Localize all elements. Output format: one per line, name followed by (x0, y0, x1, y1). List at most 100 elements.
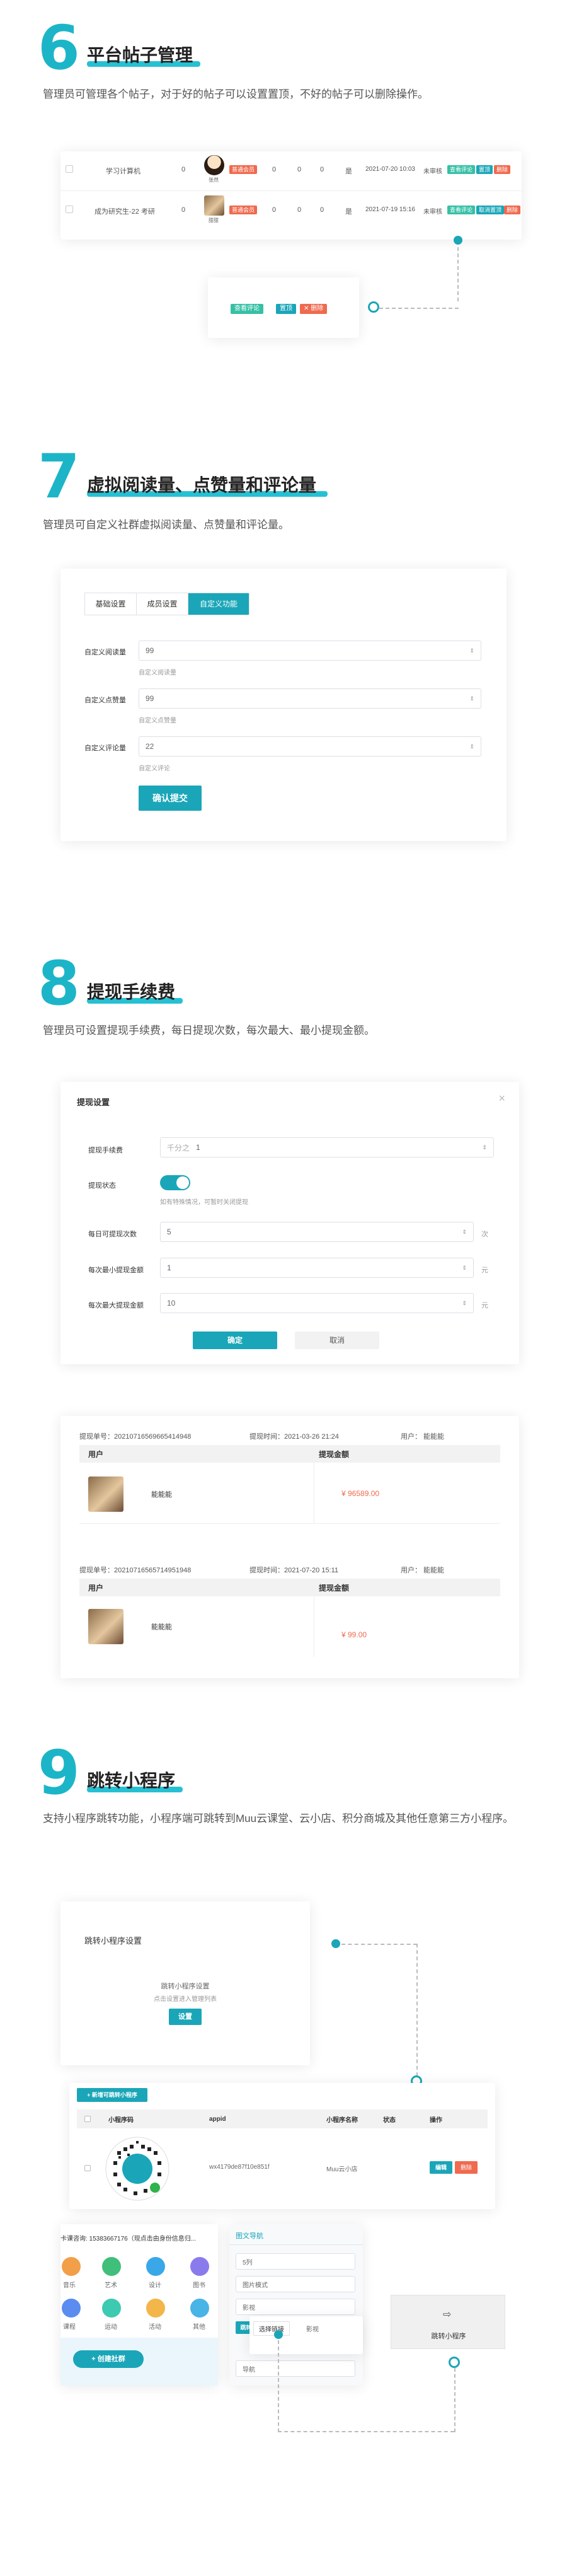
section-9-number: 9 (38, 1738, 80, 1808)
stepper-icon[interactable]: ⇕ (482, 1144, 487, 1151)
connector-line (341, 1944, 417, 1945)
record-user: 用户： 能能能 (401, 1567, 445, 1574)
delete-button[interactable]: 删除 (494, 165, 511, 174)
course-icon[interactable] (62, 2299, 81, 2318)
mini-table-header: 小程序码 appid 小程序名称 状态 操作 (77, 2109, 488, 2128)
mode-select[interactable]: 图片模式 (236, 2276, 355, 2292)
delete-button[interactable]: 删除 (455, 2161, 478, 2174)
author-name: 甜甜 (209, 218, 219, 223)
columns-select[interactable]: 5列 (236, 2253, 355, 2270)
col-appid: appid (209, 2115, 226, 2123)
delete-button[interactable]: 删除 (504, 206, 521, 214)
ok-button[interactable]: 确定 (193, 1332, 277, 1349)
author-name: 张然 (209, 177, 219, 183)
stepper-icon[interactable]: ⇕ (462, 1229, 467, 1236)
section-7-number: 7 (38, 441, 80, 512)
like-count-input[interactable]: 99 ⇕ (139, 688, 481, 709)
add-mini-button[interactable]: + 新增可跳转小程序 (77, 2088, 147, 2102)
max-unit: 元 (481, 1302, 488, 1309)
connector-line (454, 2368, 455, 2432)
category-label: 设计 (149, 2282, 161, 2289)
read-count-input[interactable]: 99 ⇕ (139, 641, 481, 661)
withdraw-amount: ¥ 96589.00 (341, 1489, 380, 1498)
nav-item-input[interactable]: 导航 (236, 2360, 355, 2377)
link-dropdown: 选择链接 影视 (249, 2316, 363, 2354)
close-icon[interactable]: × (498, 1092, 505, 1105)
comment-count-input[interactable]: 22 ⇕ (139, 736, 481, 757)
connector-line (278, 2340, 279, 2432)
field-label: 自定义阅读量 (84, 649, 126, 656)
col-user: 用户 (88, 1583, 104, 1593)
min-input[interactable]: 1 ⇕ (160, 1258, 474, 1278)
max-value: 10 (167, 1299, 176, 1308)
virtual-stats-card: 基础设置 成员设置 自定义功能 自定义阅读量 99 ⇕ 自定义阅读量 自定义点赞量… (60, 569, 507, 841)
row-checkbox[interactable] (84, 2165, 91, 2171)
row-checkbox[interactable] (66, 206, 73, 213)
view-comments-button[interactable]: 查看评论 (447, 206, 476, 214)
status-toggle[interactable] (160, 1175, 190, 1190)
fee-input[interactable]: 千分之 1 ⇕ (160, 1137, 494, 1157)
view-comments-button[interactable]: 查看评论 (447, 165, 476, 174)
edit-button[interactable]: 编辑 (430, 2161, 452, 2174)
jump-icon: ⇨ (443, 2309, 452, 2320)
status-label: 提现状态 (88, 1182, 116, 1190)
design-icon[interactable] (146, 2257, 165, 2276)
pin-button[interactable]: 置顶 (476, 165, 493, 174)
settings-tabs: 基础设置 成员设置 自定义功能 (84, 593, 249, 615)
delete-button[interactable]: ✕ 删除 (300, 304, 328, 314)
divider (229, 2244, 363, 2245)
cancel-button[interactable]: 取消 (295, 1332, 379, 1349)
art-icon[interactable] (102, 2257, 121, 2276)
stepper-icon[interactable]: ⇕ (469, 647, 474, 654)
sport-icon[interactable] (102, 2299, 121, 2318)
record-header: 用户 提现金额 (79, 1445, 500, 1463)
music-icon[interactable] (62, 2257, 81, 2276)
view-comments-button[interactable]: 查看评论 (231, 304, 263, 314)
record-header: 用户 提现金额 (79, 1579, 500, 1596)
tab-basic[interactable]: 基础设置 (85, 593, 137, 615)
section-6-number: 6 (38, 13, 80, 83)
min-unit: 元 (481, 1267, 488, 1274)
connector-line (457, 247, 459, 301)
post-count: 0 (181, 206, 186, 214)
jump-mini-tile[interactable]: ⇨ 跳转小程序 (391, 2295, 505, 2349)
max-label: 每次最大提现金额 (88, 1302, 144, 1309)
other-icon[interactable] (190, 2299, 209, 2318)
record-user: 用户： 能能能 (401, 1433, 445, 1441)
withdraw-settings-dialog: 提现设置 × 提现手续费 千分之 1 ⇕ 提现状态 如有特殊情况，可暂时关闭提现… (60, 1082, 519, 1364)
stepper-icon[interactable]: ⇕ (462, 1300, 467, 1307)
qr-code-image (105, 2136, 170, 2202)
stepper-icon[interactable]: ⇕ (469, 743, 474, 750)
connector-line (379, 308, 459, 309)
select-all-checkbox[interactable] (84, 2116, 91, 2122)
nav-item-value: 影视 (306, 2326, 319, 2333)
create-group-button[interactable]: + 创建社群 (73, 2350, 144, 2368)
activity-icon[interactable] (146, 2299, 165, 2318)
post-state: 未审核 (423, 168, 442, 175)
nav-item-input[interactable]: 影视 (236, 2299, 355, 2315)
col-qrcode: 小程序码 (108, 2116, 134, 2124)
pick-link-button[interactable]: 选择链接 (253, 2321, 290, 2336)
row-divider (79, 1523, 500, 1524)
comment-count-value: 22 (146, 742, 154, 751)
stepper-icon[interactable]: ⇕ (469, 695, 474, 702)
mini-list-card: + 新增可跳转小程序 小程序码 appid 小程序名称 状态 操作 wx4179… (69, 2083, 495, 2209)
tab-members[interactable]: 成员设置 (137, 593, 188, 615)
nav-item-value: 导航 (243, 2366, 255, 2374)
stepper-icon[interactable]: ⇕ (462, 1265, 467, 1272)
nav-item-value: 影视 (243, 2304, 255, 2312)
card-line2: 点击设置进入管理列表 (154, 1996, 217, 2003)
record-no: 提现单号：20210716569665414948 (79, 1433, 192, 1441)
nav-editor-panel: 图文导航 5列 图片模式 影视 跳转小程序 导航 (229, 2224, 363, 2386)
submit-button[interactable]: 确认提交 (139, 786, 202, 811)
daily-input[interactable]: 5 ⇕ (160, 1222, 474, 1242)
row-checkbox[interactable] (66, 165, 73, 173)
book-icon[interactable] (190, 2257, 209, 2276)
max-input[interactable]: 10 ⇕ (160, 1293, 474, 1313)
section-9-desc: 支持小程序跳转功能，小程序端可跳转到Muu云课堂、云小店、积分商城及其他任意第三… (43, 1813, 514, 1825)
tab-custom[interactable]: 自定义功能 (188, 593, 249, 615)
settings-button[interactable]: 设置 (169, 2009, 202, 2025)
pin-button[interactable]: 置顶 (276, 304, 296, 314)
unpin-button[interactable]: 取消置顶 (476, 206, 505, 214)
app-home-preview: 卡课咨询: 15383667176（现点击由身份信息归... 音乐 艺术 设计 … (60, 2224, 218, 2386)
